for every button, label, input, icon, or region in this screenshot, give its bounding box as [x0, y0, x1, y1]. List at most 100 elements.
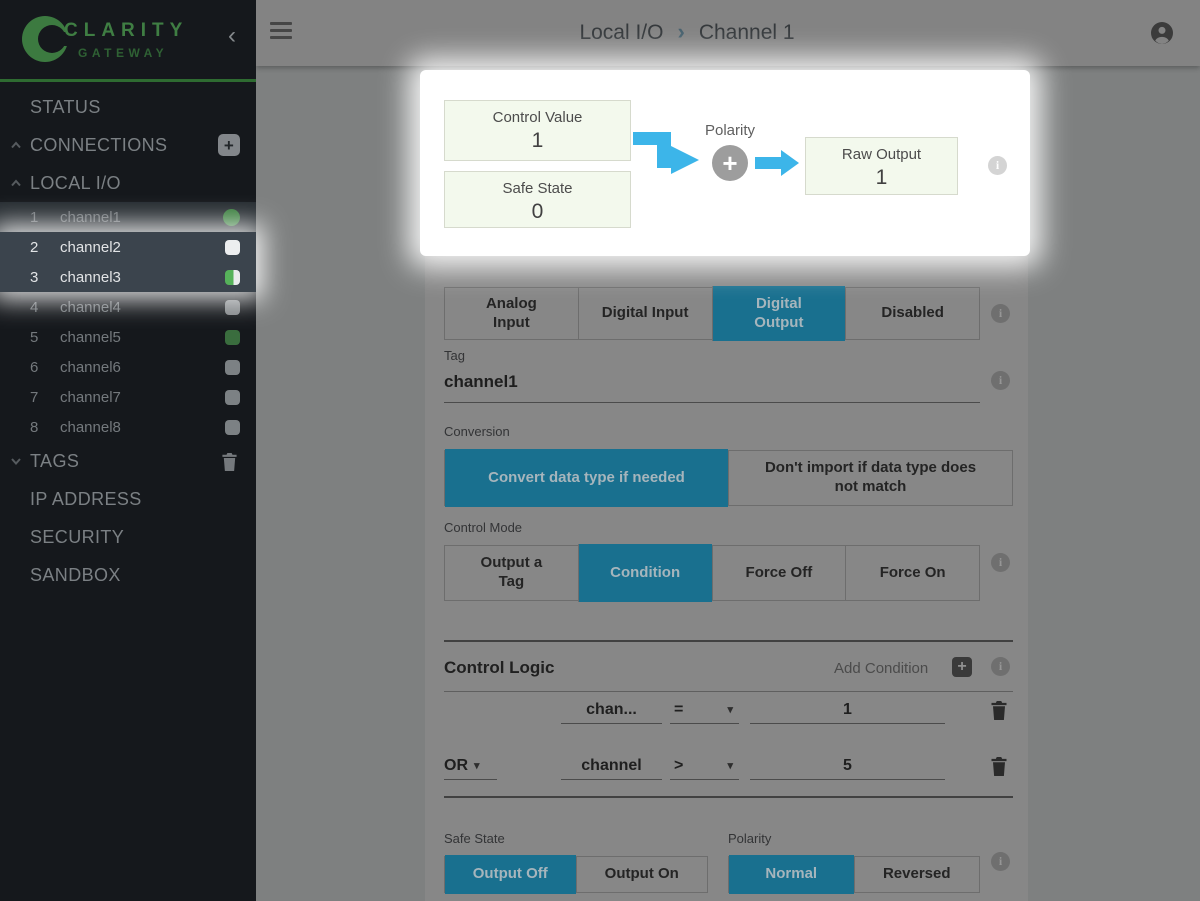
control-mode-output-a-tag[interactable]: Output a Tag — [445, 546, 578, 600]
sidebar-item-security[interactable]: SECURITY — [0, 518, 256, 556]
channel-name: channel8 — [60, 419, 121, 436]
channel-name: channel5 — [60, 329, 121, 346]
conversion-dont-import[interactable]: Don't import if data type does not match — [728, 451, 1012, 505]
diagram-polarity-label: Polarity — [670, 122, 790, 139]
condition2-tag-input[interactable]: channel — [561, 750, 662, 780]
condition2-operator-select[interactable]: > ▾ — [670, 750, 739, 780]
control-mode-condition-selected[interactable]: Condition — [578, 544, 712, 602]
add-connection-button[interactable]: + — [218, 134, 240, 156]
tag-input[interactable]: channel1 — [444, 372, 980, 403]
channel-name: channel1 — [60, 209, 121, 226]
dropdown-caret-icon: ▾ — [727, 703, 733, 719]
diagram-info-icon[interactable]: i — [988, 156, 1007, 175]
conversion-label: Conversion — [444, 424, 510, 439]
condition1-tag-input[interactable]: chan... — [561, 694, 662, 724]
breadcrumb-channel-1: Channel 1 — [699, 21, 795, 45]
control-mode-force-on[interactable]: Force On — [845, 546, 979, 600]
sidebar-item-status[interactable]: STATUS — [0, 88, 256, 126]
channel-row-6[interactable]: 6 channel6 — [0, 352, 256, 382]
sidebar-item-connections[interactable]: CONNECTIONS + — [0, 126, 256, 164]
segment-label: Disabled — [881, 304, 944, 323]
segment-label: Digital Input — [602, 304, 689, 323]
top-app-bar: Local I/O › Channel 1 — [256, 0, 1200, 66]
channel-row-7[interactable]: 7 channel7 — [0, 382, 256, 412]
channel-name: channel4 — [60, 299, 121, 316]
sidebar: CLARITY GATEWAY ‹ STATUS CONNECTIONS + L… — [0, 0, 256, 901]
channel-row-4[interactable]: 4 channel4 — [0, 292, 256, 322]
condition2-value-input[interactable]: 5 — [750, 750, 945, 780]
condition2-delete-button[interactable] — [990, 756, 1010, 776]
channel-row-3[interactable]: 3 channel3 — [0, 262, 256, 292]
control-value-box: Control Value 1 — [444, 100, 631, 161]
channel-row-2[interactable]: 2 channel2 — [0, 232, 256, 262]
io-type-analog-input[interactable]: Analog Input — [445, 288, 578, 339]
control-mode-toggle-group: Output a Tag Condition Force Off Force O… — [444, 545, 980, 601]
channel-status-indicator — [225, 390, 240, 405]
channel-row-5[interactable]: 5 channel5 — [0, 322, 256, 352]
sidebar-item-tags[interactable]: TAGS — [0, 442, 256, 480]
safe-state-box-label: Safe State — [445, 180, 630, 197]
io-type-info-icon[interactable]: i — [991, 304, 1010, 323]
conversion-convert-selected[interactable]: Convert data type if needed — [445, 449, 728, 507]
sidebar-item-label: CONNECTIONS — [30, 135, 167, 156]
condition1-operator-select[interactable]: = ▾ — [670, 694, 739, 724]
control-mode-info-icon[interactable]: i — [991, 553, 1010, 572]
polarity-operator-icon: + — [712, 145, 748, 181]
condition1-delete-button[interactable] — [990, 700, 1010, 720]
breadcrumb: Local I/O › Channel 1 — [579, 0, 794, 66]
safe-state-toggle-group: Output Off Output On — [444, 856, 708, 893]
polarity-normal-selected[interactable]: Normal — [729, 855, 854, 894]
io-type-digital-input[interactable]: Digital Input — [578, 288, 712, 339]
safe-state-output-on[interactable]: Output On — [576, 857, 708, 892]
io-type-disabled[interactable]: Disabled — [845, 288, 979, 339]
channel-row-1[interactable]: 1 channel1 — [0, 202, 256, 232]
safe-state-output-off-selected[interactable]: Output Off — [445, 855, 576, 894]
io-type-digital-output-selected[interactable]: Digital Output — [712, 286, 846, 341]
add-condition-button[interactable]: + — [952, 657, 972, 677]
condition-value: 5 — [843, 757, 852, 775]
segment-label: Force Off — [746, 564, 813, 583]
sidebar-item-local-io[interactable]: LOCAL I/O — [0, 164, 256, 202]
sidebar-item-ip-address[interactable]: IP ADDRESS — [0, 480, 256, 518]
segment-label: Reversed — [883, 865, 951, 884]
clarity-logo-icon — [22, 16, 68, 62]
control-logic-info-icon[interactable]: i — [991, 657, 1010, 676]
right-arrow-icon — [755, 150, 799, 181]
logo-text: CLARITY GATEWAY — [64, 20, 188, 60]
delete-tags-button[interactable] — [218, 450, 240, 472]
add-condition-label[interactable]: Add Condition — [834, 660, 928, 677]
channel-status-indicator — [225, 300, 240, 315]
section-divider — [444, 640, 1013, 642]
control-value-label: Control Value — [445, 109, 630, 126]
sidebar-item-label: LOCAL I/O — [30, 173, 121, 194]
condition1-value-input[interactable]: 1 — [750, 694, 945, 724]
channel-number: 1 — [30, 209, 38, 226]
polarity-info-icon[interactable]: i — [991, 852, 1010, 871]
condition2-bool-select[interactable]: OR ▾ — [444, 750, 497, 780]
control-mode-force-off[interactable]: Force Off — [712, 546, 846, 600]
sidebar-collapse-icon[interactable]: ‹ — [228, 24, 236, 48]
control-value-number: 1 — [445, 129, 630, 153]
raw-output-box: Raw Output 1 — [805, 137, 958, 195]
channel-number: 3 — [30, 269, 38, 286]
channel-name: channel7 — [60, 389, 121, 406]
sidebar-item-label: STATUS — [30, 97, 101, 118]
channel-row-8[interactable]: 8 channel8 — [0, 412, 256, 442]
channel-name: channel2 — [60, 239, 121, 256]
io-type-toggle-group: Analog Input Digital Input Digital Outpu… — [444, 287, 980, 340]
menu-icon[interactable] — [270, 22, 292, 43]
channel-status-indicator — [225, 270, 240, 285]
breadcrumb-local-io[interactable]: Local I/O — [579, 21, 663, 45]
tag-info-icon[interactable]: i — [991, 371, 1010, 390]
channel-status-indicator — [225, 240, 240, 255]
elbow-arrow-icon — [633, 132, 703, 183]
logic-header-divider — [444, 691, 1013, 692]
dropdown-caret-icon: ▾ — [474, 759, 480, 775]
sidebar-item-sandbox[interactable]: SANDBOX — [0, 556, 256, 594]
control-mode-label: Control Mode — [444, 520, 522, 535]
logo-line1: CLARITY — [64, 20, 188, 42]
segment-label: Digital Output — [736, 295, 823, 333]
user-account-icon[interactable] — [1150, 21, 1174, 45]
polarity-reversed[interactable]: Reversed — [854, 857, 980, 892]
chevron-down-icon — [10, 457, 22, 465]
